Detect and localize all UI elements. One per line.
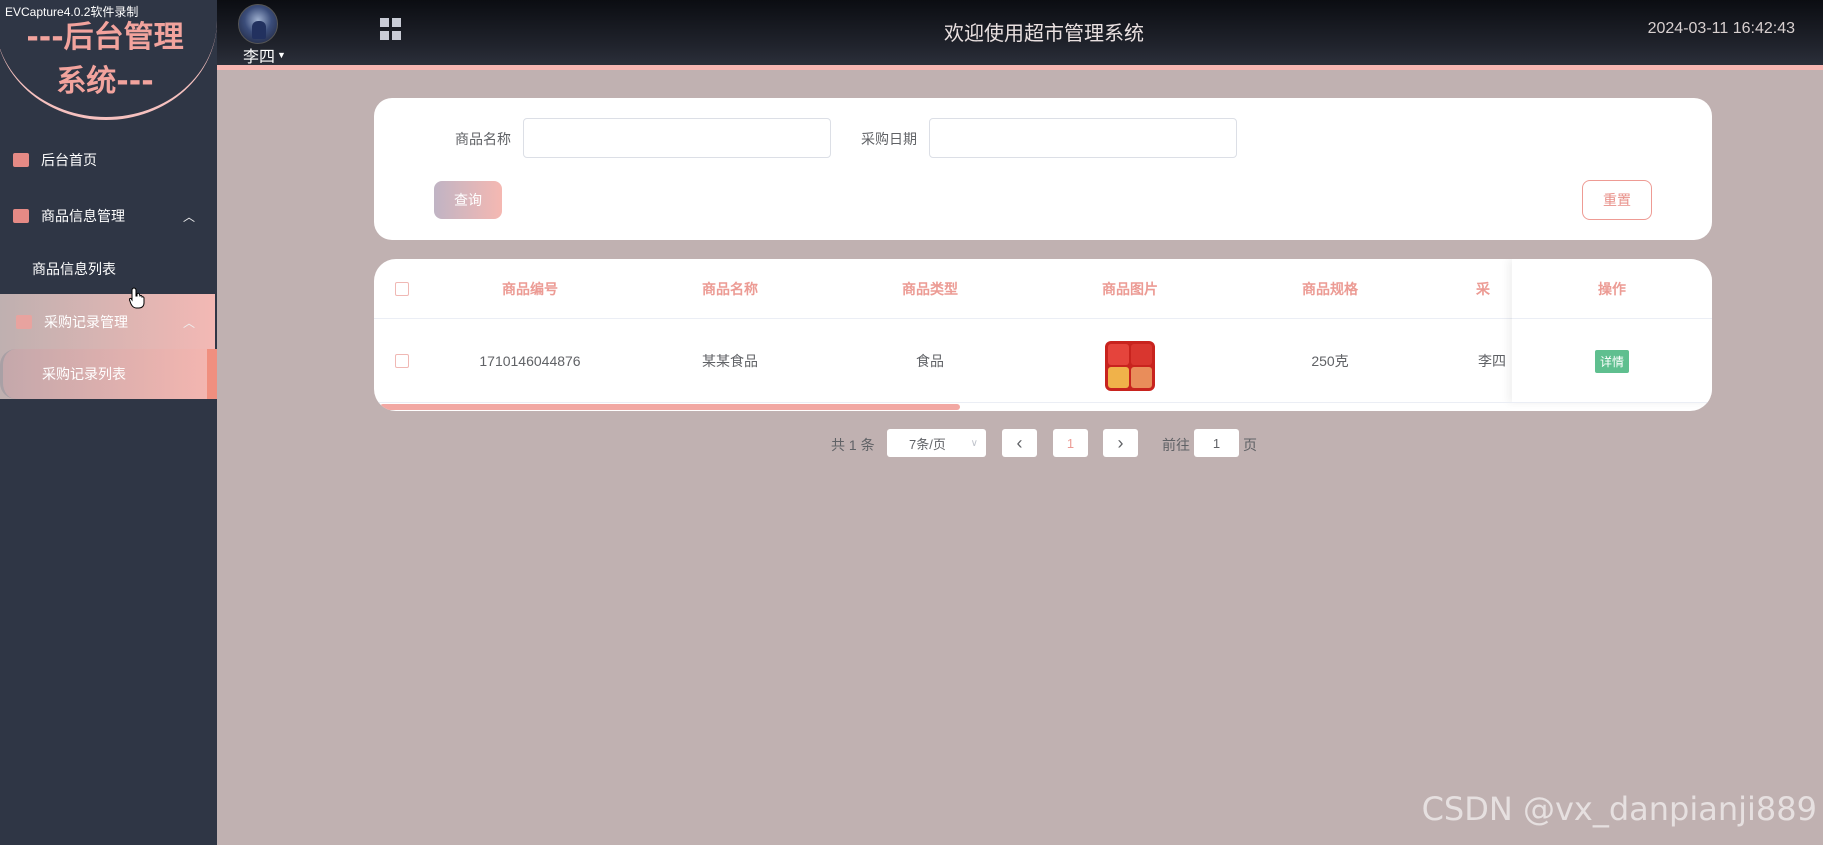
reset-button[interactable]: 重置 xyxy=(1582,180,1652,220)
hand-cursor-icon xyxy=(129,287,145,309)
sidebar-item-label: 采购记录管理 xyxy=(44,314,128,330)
cell-goods-id: 1710146044876 xyxy=(479,353,581,369)
user-menu[interactable]: 李四 ▼ xyxy=(243,43,286,67)
column-header: 商品类型 xyxy=(902,281,958,297)
chart-icon xyxy=(16,315,32,329)
sidebar-item-label: 采购记录列表 xyxy=(42,366,126,382)
sidebar-item-goods-list[interactable]: 商品信息列表 xyxy=(0,243,217,295)
horizontal-scrollbar[interactable] xyxy=(380,404,960,410)
column-header: 采 xyxy=(1476,281,1490,297)
page-size-select[interactable]: 7条/页 ∨ xyxy=(887,429,986,457)
cell-goods-image xyxy=(1030,319,1230,403)
page-size-value: 7条/页 xyxy=(909,436,946,452)
chevron-up-icon: ︿ xyxy=(182,315,195,330)
column-header: 商品规格 xyxy=(1302,281,1358,297)
goto-page-input[interactable]: 1 xyxy=(1194,429,1239,457)
goods-name-label: 商品名称 xyxy=(455,131,511,147)
page-number-current[interactable]: 1 xyxy=(1053,429,1088,457)
sidebar-group-purchase[interactable]: 采购记录管理 ︿ xyxy=(0,296,217,348)
column-header: 商品编号 xyxy=(502,281,558,297)
brand-title-line2: 系统--- xyxy=(56,64,154,99)
column-header: 商品图片 xyxy=(1102,281,1158,297)
cell-action: 详情 xyxy=(1512,319,1712,403)
goto-label: 前往 xyxy=(1162,437,1190,453)
sidebar-item-home[interactable]: 后台首页 xyxy=(0,134,217,186)
sidebar-group-goods[interactable]: 商品信息管理 ︿ xyxy=(0,190,217,242)
sidebar-item-label: 商品信息管理 xyxy=(41,208,125,224)
username-label: 李四 xyxy=(243,49,276,66)
prev-page-button[interactable]: ‹ xyxy=(1002,429,1037,457)
cell-goods-spec: 250克 xyxy=(1311,353,1349,369)
sidebar-item-label: 后台首页 xyxy=(41,152,97,168)
sidebar-item-purchase-list[interactable]: 采购记录列表 xyxy=(0,348,217,400)
sidebar: ---后台管理 系统--- 后台首页 商品信息管理 ︿ 商品信息列表 采购记录管… xyxy=(0,0,217,845)
purchase-date-label: 采购日期 xyxy=(861,131,917,147)
cell-goods-name: 某某食品 xyxy=(702,353,758,369)
header-accent-line xyxy=(217,65,1823,70)
chart-icon xyxy=(13,209,29,223)
detail-button[interactable]: 详情 xyxy=(1594,349,1629,373)
row-checkbox-cell[interactable] xyxy=(374,319,430,403)
page-title: 欢迎使用超市管理系统 xyxy=(944,23,1144,45)
sidebar-item-label: 商品信息列表 xyxy=(32,261,116,277)
next-page-button[interactable]: › xyxy=(1103,429,1138,457)
cell-buyer: 李四 xyxy=(1478,353,1506,369)
pagination-total: 共 1 条 xyxy=(831,437,875,453)
column-header: 商品名称 xyxy=(702,281,758,297)
caret-down-icon: ▼ xyxy=(277,50,286,60)
chevron-down-icon: ∨ xyxy=(970,437,978,449)
page-suffix: 页 xyxy=(1243,437,1257,453)
cell-goods-type: 食品 xyxy=(916,353,944,369)
select-all-checkbox-cell[interactable] xyxy=(374,259,430,319)
purchase-date-input[interactable] xyxy=(929,118,1237,158)
goods-thumbnail[interactable] xyxy=(1105,341,1155,391)
row-divider xyxy=(374,402,1712,403)
goods-name-input[interactable] xyxy=(523,118,831,158)
action-column: 操作 详情 xyxy=(1512,259,1712,403)
corner-watermark: CSDN @vx_danpianji889 xyxy=(1421,790,1817,828)
select-all-checkbox[interactable] xyxy=(395,282,409,296)
purchase-table: 商品编号 商品名称 商品类型 商品图片 商品规格 采 1710146044876… xyxy=(374,259,1712,411)
monitor-icon xyxy=(13,153,29,167)
datetime-display: 2024-03-11 16:42:43 xyxy=(1647,20,1795,37)
chevron-up-icon: ︿ xyxy=(182,209,195,224)
search-panel: 商品名称 采购日期 查询 重置 xyxy=(374,98,1712,240)
row-checkbox[interactable] xyxy=(395,354,409,368)
column-header: 操作 xyxy=(1598,281,1626,297)
query-button[interactable]: 查询 xyxy=(434,181,502,219)
